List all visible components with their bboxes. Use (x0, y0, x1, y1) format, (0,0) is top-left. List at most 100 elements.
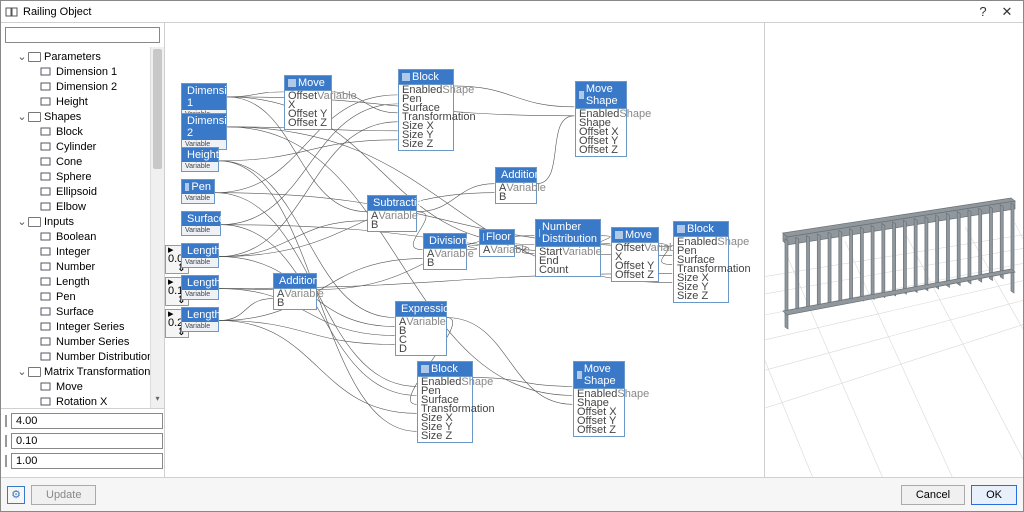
graph-param-node[interactable]: LengthVariable (181, 243, 219, 268)
tree-item[interactable]: Cylinder (5, 139, 164, 154)
node-title: Surface (187, 213, 225, 225)
tree-item[interactable]: Sphere (5, 169, 164, 184)
graph-node[interactable]: SubtractionAVariableB (367, 195, 417, 232)
tree-item[interactable]: Integer Series (5, 319, 164, 334)
node-type-icon (39, 96, 53, 108)
graph-node[interactable]: FloorAVariable (479, 229, 515, 257)
tree-item-label: Rotation X (56, 396, 107, 408)
graph-node[interactable]: DivisionAVariableB (423, 233, 467, 270)
node-icon (579, 91, 584, 99)
tree-item[interactable]: Pen (5, 289, 164, 304)
help-button[interactable]: ? (971, 4, 995, 19)
node-icon (185, 183, 189, 191)
node-type-icon (39, 126, 53, 138)
graph-node[interactable]: BlockEnabledShapePenSurfaceTransformatio… (417, 361, 473, 443)
node-title: Addition (501, 169, 541, 181)
tree-item-label: Dimension 2 (56, 81, 117, 93)
chevron-down-icon[interactable]: ⌄ (17, 365, 27, 378)
close-button[interactable]: ✕ (995, 4, 1019, 20)
chevron-down-icon[interactable]: ⌄ (17, 110, 27, 123)
node-title: Addition (279, 275, 319, 287)
tree-item[interactable]: Height (5, 94, 164, 109)
node-icon (615, 231, 623, 239)
tree-item-label: Cone (56, 156, 82, 168)
tree-group[interactable]: ⌄Inputs (5, 214, 164, 229)
graph-node[interactable]: Move ShapeEnabledShapeShapeOffset XOffse… (573, 361, 625, 437)
graph-node[interactable]: BlockEnabledShapePenSurfaceTransformatio… (673, 221, 729, 303)
tree-group[interactable]: ⌄ Matrix Transformations (5, 364, 164, 379)
preview-3d[interactable] (765, 23, 1023, 477)
chevron-down-icon[interactable]: ⌄ (17, 50, 27, 63)
node-icon (577, 371, 582, 379)
graph-node[interactable]: AdditionAVariableB (495, 167, 537, 204)
graph-node[interactable]: Number DistributionStartVariableEndCount (535, 219, 601, 277)
graph-node[interactable]: AdditionAVariableB (273, 273, 317, 310)
cancel-button[interactable]: Cancel (901, 485, 965, 505)
graph-param-node[interactable]: LengthVariable (181, 275, 219, 300)
node-icon (483, 233, 484, 241)
chevron-down-icon[interactable]: ⌄ (17, 215, 27, 228)
update-button[interactable]: Update (31, 485, 96, 505)
node-type-icon (39, 201, 53, 213)
ok-button[interactable]: OK (971, 485, 1017, 505)
graph-node[interactable]: MoveOffset XVariableOffset YOffset Z (284, 75, 332, 130)
tree-item[interactable]: Boolean (5, 229, 164, 244)
node-value: Variable (182, 226, 220, 235)
tree-item[interactable]: Move (5, 379, 164, 394)
tree-item[interactable]: Dimension 2 (5, 79, 164, 94)
graph-param-node[interactable]: Dimension 2Variable (181, 113, 227, 150)
node-title: Floor (486, 231, 511, 243)
node-value: Variable (182, 258, 218, 267)
window-title: Railing Object (23, 6, 971, 18)
tree-item-label: Ellipsoid (56, 186, 97, 198)
tree-item-label: Surface (56, 306, 94, 318)
node-title: Dimension 2 (187, 115, 239, 139)
tree-group[interactable]: ⌄ Parameters (5, 49, 164, 64)
tree-item[interactable]: Ellipsoid (5, 184, 164, 199)
tree-item-label: Move (56, 381, 83, 393)
tree-item[interactable]: Number (5, 259, 164, 274)
scroll-thumb[interactable] (153, 49, 162, 169)
graph-node[interactable]: Move ShapeEnabledShapeShapeOffset XOffse… (575, 81, 627, 157)
node-title: Expression (401, 303, 455, 315)
tree-group-label: Matrix Transformations (44, 366, 156, 378)
scroll-down-icon[interactable]: ▾ (151, 394, 164, 408)
tree-group[interactable]: ⌄Shapes (5, 109, 164, 124)
node-icon (677, 225, 685, 233)
param-input[interactable] (11, 453, 163, 469)
tree-item-label: Number Distribution (56, 351, 153, 363)
settings-icon[interactable]: ⚙ (7, 486, 25, 504)
param-icon (5, 435, 7, 447)
tree-item[interactable]: Rotation X (5, 394, 164, 408)
param-input[interactable] (11, 433, 163, 449)
tree-item[interactable]: Dimension 1 (5, 64, 164, 79)
component-tree[interactable]: ⌄ParametersDimension 1Dimension 2Height⌄… (1, 47, 164, 408)
param-icon (5, 415, 7, 427)
tree-item[interactable]: Block (5, 124, 164, 139)
tree-item-label: Cylinder (56, 141, 96, 153)
node-type-icon (39, 276, 53, 288)
graph-node[interactable]: BlockEnabledShapePenSurfaceTransformatio… (398, 69, 454, 151)
node-canvas[interactable]: ▸ 0.05 ⇕▸ 0.10 ⇕▸ 0.20 ⇕Dimension 1Varia… (165, 23, 765, 477)
tree-item[interactable]: Elbow (5, 199, 164, 214)
tree-item[interactable]: Length (5, 274, 164, 289)
tree-item[interactable]: Cone (5, 154, 164, 169)
tree-item[interactable]: Number Series (5, 334, 164, 349)
search-input[interactable] (5, 27, 160, 43)
graph-param-node[interactable]: HeightVariable (181, 147, 219, 172)
graph-param-node[interactable]: LengthVariable (181, 307, 219, 332)
graph-param-node[interactable]: SurfaceVariable (181, 211, 221, 236)
node-type-icon (39, 351, 53, 363)
node-type-icon (39, 231, 53, 243)
tree-scrollbar[interactable]: ▴ ▾ (150, 47, 164, 408)
node-icon (539, 229, 540, 237)
graph-node[interactable]: MoveOffset XVariableOffset YOffset Z (611, 227, 659, 282)
tree-item[interactable]: Integer (5, 244, 164, 259)
tree-item-label: Sphere (56, 171, 91, 183)
tree-group-label: Parameters (44, 51, 101, 63)
tree-item[interactable]: Surface (5, 304, 164, 319)
graph-node[interactable]: ExpressionAVariableBCD (395, 301, 447, 356)
param-input[interactable] (11, 413, 163, 429)
tree-item[interactable]: Number Distribution (5, 349, 164, 364)
graph-param-node[interactable]: PenVariable (181, 179, 215, 204)
